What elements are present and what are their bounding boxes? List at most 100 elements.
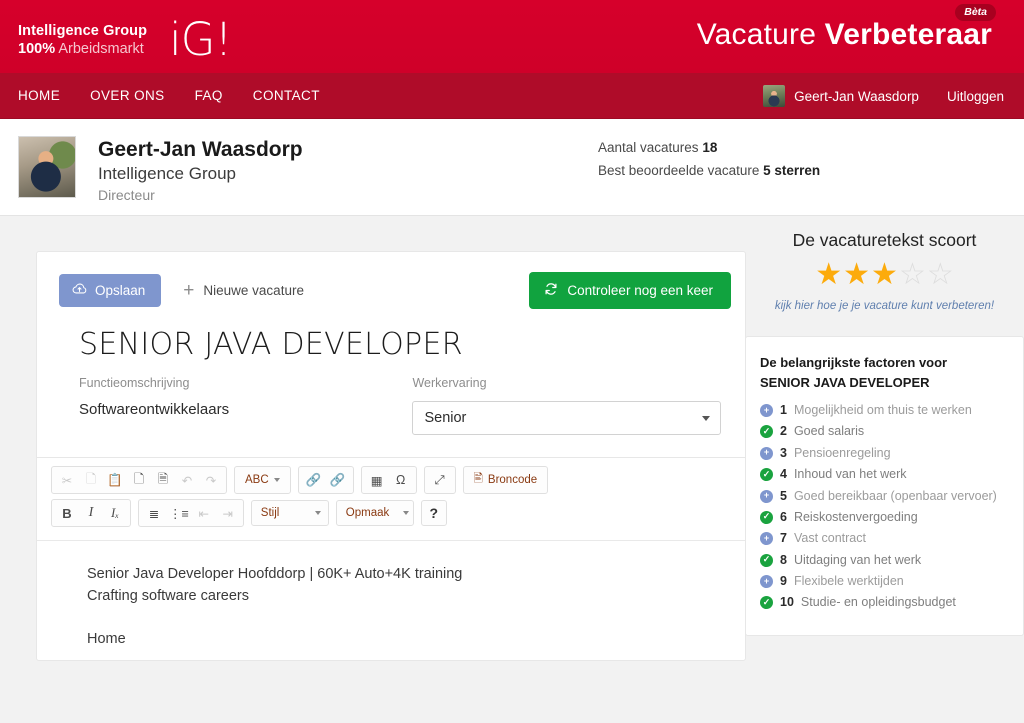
nav-item-over-ons[interactable]: OVER ONS bbox=[90, 88, 164, 103]
link-icon[interactable]: 🔗 bbox=[302, 469, 326, 491]
profile-name: Geert-Jan Waasdorp bbox=[98, 138, 303, 161]
factor-item[interactable]: +3 Pensioenregeling bbox=[760, 444, 1009, 463]
plus-circle-icon: + bbox=[760, 446, 773, 460]
brand-text: Intelligence Group 100% Arbeidsmarkt bbox=[18, 16, 147, 58]
stat-best-beoordeeld: Best beoordeelde vacature 5 sterren bbox=[598, 160, 820, 183]
stat-label: Best beoordeelde vacature bbox=[598, 162, 764, 178]
profile-role: Directeur bbox=[98, 187, 155, 204]
star-2-filled: ★ bbox=[843, 258, 871, 291]
score-sidebar: De vacaturetekst scoort ★ ★ ★ ☆ ☆ kijk h… bbox=[745, 216, 1024, 636]
editor-content[interactable]: Senior Java Developer Hoofddorp | 60K+ A… bbox=[37, 540, 745, 660]
maximize-icon[interactable]: ⤢ bbox=[428, 469, 452, 491]
experience-select[interactable]: Senior bbox=[412, 401, 721, 435]
source-code-button[interactable]: 🖹 Broncode bbox=[467, 469, 544, 491]
chevron-down-icon bbox=[403, 511, 410, 515]
factors-list: +1 Mogelijkheid om thuis te werken ✓ 2 Goed … bbox=[760, 401, 1009, 613]
factor-item[interactable]: ✓ 6 Reiskostenvergoeding bbox=[760, 508, 1009, 527]
nav-username: Geert-Jan Waasdorp bbox=[794, 88, 919, 104]
factor-label: Goed salaris bbox=[793, 424, 865, 439]
star-3-filled: ★ bbox=[871, 258, 898, 291]
factor-item[interactable]: ✓ 8 Uitdaging van het werk bbox=[760, 551, 1009, 570]
nav-item-contact[interactable]: CONTACT bbox=[253, 88, 320, 103]
plus-circle-icon: + bbox=[760, 404, 773, 417]
factor-item[interactable]: ✓ 10 Studie- en opleidingsbudget bbox=[760, 593, 1009, 612]
factor-label: Uitdaging van het werk bbox=[793, 552, 922, 567]
new-vacancy-label: Nieuwe vacature bbox=[203, 283, 304, 298]
ig-logo: iG! bbox=[169, 13, 232, 66]
logout-link[interactable]: Uitloggen bbox=[947, 89, 1004, 104]
factor-item[interactable]: +1 Mogelijkheid om thuis te werken bbox=[760, 401, 1009, 420]
spellcheck-icon[interactable]: ABC bbox=[238, 469, 287, 491]
profile-stats: Aantal vacatures 18 Best beoordeelde vac… bbox=[598, 137, 820, 183]
nav-links: HOME OVER ONS FAQ CONTACT bbox=[0, 88, 320, 103]
factor-item[interactable]: ✓ 4 Inhoud van het werk bbox=[760, 465, 1009, 484]
vacancy-title: SENIOR JAVA DEVELOPER bbox=[79, 327, 463, 362]
paste-from-word-icon[interactable]: 🗎 bbox=[151, 469, 175, 491]
user-menu[interactable]: Geert-Jan Waasdorp bbox=[763, 85, 919, 107]
special-char-icon[interactable]: Ω bbox=[389, 469, 413, 491]
factor-item[interactable]: +5 Goed bereikbaar (openbaar vervoer) bbox=[760, 487, 1009, 506]
factors-heading-line-2: SENIOR JAVA DEVELOPER bbox=[760, 374, 930, 390]
redo-icon[interactable]: ↷ bbox=[199, 469, 223, 491]
factor-number: 3 bbox=[780, 445, 787, 460]
format-select[interactable]: Opmaak bbox=[335, 500, 414, 526]
field-value-function[interactable]: Softwareontwikkelaars bbox=[79, 401, 412, 418]
avatar bbox=[763, 85, 786, 107]
editor-toolbar-row-1: ✂ 🗋 📋 🗋 🗎 ↶ ↷ ABC 🔗 🔗 ▦ Ω ⤢ 🖹 Broncode bbox=[51, 466, 735, 494]
recheck-button[interactable]: Controleer nog een keer bbox=[529, 272, 731, 309]
paste-as-text-icon[interactable]: 🗋 bbox=[127, 469, 151, 491]
spellcheck-label: ABC bbox=[245, 474, 269, 486]
factor-number: 6 bbox=[780, 509, 787, 524]
brand-line-1: Intelligence Group bbox=[18, 23, 148, 39]
app-title-bold: Verbeteraar bbox=[824, 18, 992, 51]
factor-number: 8 bbox=[780, 552, 787, 567]
numbered-list-icon[interactable]: ≣ bbox=[142, 502, 166, 524]
plus-circle-icon: + bbox=[760, 489, 773, 503]
score-panel: De vacaturetekst scoort ★ ★ ★ ☆ ☆ kijk h… bbox=[745, 216, 1024, 312]
remove-format-icon[interactable]: Iₓ bbox=[103, 502, 127, 524]
factor-item[interactable]: +9 Flexibele werktijden bbox=[760, 572, 1009, 591]
help-button[interactable]: ? bbox=[420, 500, 447, 526]
card-action-bar: Opslaan + Nieuwe vacature Controleer nog… bbox=[37, 252, 745, 319]
check-circle-icon: ✓ bbox=[760, 425, 773, 439]
improve-link[interactable]: kijk hier hoe je je vacature kunt verbet… bbox=[745, 300, 1024, 312]
profile-photo bbox=[18, 136, 76, 198]
italic-icon[interactable]: I bbox=[79, 502, 103, 524]
nav-item-home[interactable]: HOME bbox=[18, 88, 60, 103]
bulleted-list-icon[interactable]: ⋮≡ bbox=[166, 502, 192, 524]
refresh-icon bbox=[544, 282, 558, 299]
app-title-light: Vacature bbox=[696, 18, 825, 51]
source-code-label: Broncode bbox=[487, 474, 538, 486]
undo-icon[interactable]: ↶ bbox=[175, 469, 199, 491]
editor-toolbar-row-2: B I Iₓ ≣ ⋮≡ ⇤ ⇥ Stijl Opmaak ? bbox=[51, 499, 735, 527]
source-group: 🖹 Broncode bbox=[462, 466, 549, 494]
brand-line-2: 100% Arbeidsmarkt bbox=[18, 40, 147, 58]
nav-item-faq[interactable]: FAQ bbox=[195, 88, 223, 103]
factor-item[interactable]: ✓ 2 Goed salaris bbox=[760, 422, 1009, 441]
table-icon[interactable]: ▦ bbox=[365, 469, 389, 491]
save-button[interactable]: Opslaan bbox=[59, 274, 162, 307]
link-group: 🔗 🔗 bbox=[297, 466, 354, 494]
spellcheck-group: ABC bbox=[234, 466, 291, 494]
paste-icon[interactable]: 📋 bbox=[103, 469, 127, 491]
indent-icon[interactable]: ⇥ bbox=[216, 502, 240, 524]
brand-logo-group[interactable]: Intelligence Group 100% Arbeidsmarkt iG! bbox=[18, 13, 233, 66]
style-select[interactable]: Stijl bbox=[250, 500, 329, 526]
unlink-icon[interactable]: 🔗 bbox=[326, 469, 350, 491]
factor-label: Flexibele werktijden bbox=[793, 574, 904, 588]
new-vacancy-button[interactable]: + Nieuwe vacature bbox=[183, 281, 304, 300]
outdent-icon[interactable]: ⇤ bbox=[192, 502, 216, 524]
plus-circle-icon: + bbox=[760, 532, 773, 546]
rich-text-editor: ✂ 🗋 📋 🗋 🗎 ↶ ↷ ABC 🔗 🔗 ▦ Ω ⤢ 🖹 Broncode B… bbox=[37, 457, 745, 660]
factors-heading: De belangrijkste factoren voor SENIOR JA… bbox=[760, 353, 1009, 392]
factor-number: 10 bbox=[780, 595, 794, 610]
factor-number: 9 bbox=[780, 574, 787, 588]
cut-icon[interactable]: ✂ bbox=[55, 469, 79, 491]
copy-icon[interactable]: 🗋 bbox=[79, 469, 103, 491]
text-style-group: B I Iₓ bbox=[51, 499, 131, 527]
plus-icon: + bbox=[183, 280, 195, 301]
factor-item[interactable]: +7 Vast contract bbox=[760, 529, 1009, 548]
check-circle-icon: ✓ bbox=[760, 510, 773, 524]
bold-icon[interactable]: B bbox=[55, 502, 79, 524]
star-1-filled: ★ bbox=[815, 258, 843, 291]
